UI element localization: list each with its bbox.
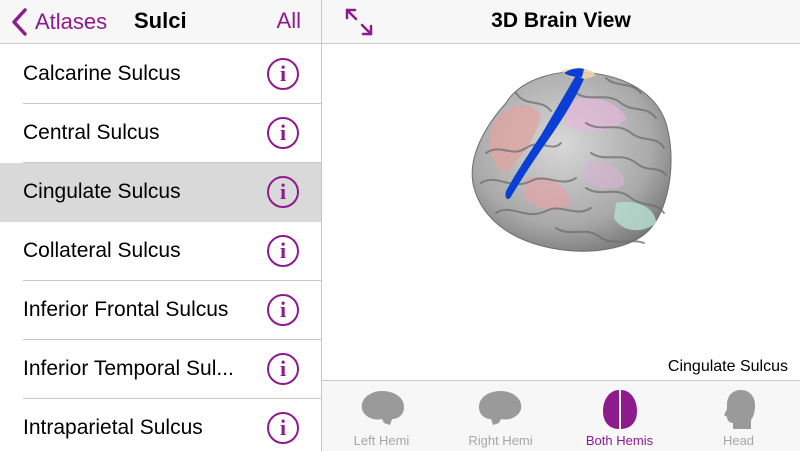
tab-right-hemi[interactable]: Right Hemi <box>441 381 560 451</box>
right-navigation-bar: 3D Brain View <box>322 0 800 44</box>
view-tab-bar: Left Hemi Right Hemi Both Hemis Head <box>322 380 800 451</box>
info-icon[interactable]: i <box>267 294 299 326</box>
sulci-list: Calcarine Sulcus i Central Sulcus i Cing… <box>0 45 321 451</box>
all-button[interactable]: All <box>277 8 301 34</box>
list-item[interactable]: Intraparietal Sulcus i <box>0 399 321 451</box>
list-item-label: Cingulate Sulcus <box>23 180 181 203</box>
list-item[interactable]: Inferior Temporal Sul... i <box>0 340 321 399</box>
panel-title: Sulci <box>134 8 187 33</box>
list-item-label: Intraparietal Sulcus <box>23 416 203 439</box>
info-icon[interactable]: i <box>267 58 299 90</box>
back-button-label: Atlases <box>35 9 108 34</box>
info-icon[interactable]: i <box>267 412 299 444</box>
tab-both-hemis[interactable]: Both Hemis <box>560 381 679 451</box>
right-hemisphere-icon <box>478 391 521 425</box>
list-item[interactable]: Collateral Sulcus i <box>0 222 321 281</box>
viewer-title: 3D Brain View <box>491 9 631 32</box>
info-icon[interactable]: i <box>267 176 299 208</box>
selected-structure-caption: Cingulate Sulcus <box>667 358 788 375</box>
tab-label: Left Hemi <box>353 433 410 448</box>
back-button[interactable]: Atlases <box>10 6 107 38</box>
tab-label: Right Hemi <box>468 433 533 448</box>
list-item-selected[interactable]: Cingulate Sulcus i <box>0 163 321 222</box>
info-icon[interactable]: i <box>267 353 299 385</box>
tab-left-hemi[interactable]: Left Hemi <box>322 381 441 451</box>
both-hemispheres-icon <box>602 390 637 429</box>
list-item[interactable]: Calcarine Sulcus i <box>0 45 321 104</box>
brain-3d-viewer[interactable]: Cingulate Sulcus <box>322 45 800 380</box>
list-item-label: Inferior Frontal Sulcus <box>23 298 229 321</box>
tab-label: Head <box>722 433 755 448</box>
left-hemisphere-icon <box>361 391 404 425</box>
list-item[interactable]: Central Sulcus i <box>0 104 321 163</box>
chevron-left-icon <box>12 8 27 36</box>
list-item-label: Collateral Sulcus <box>23 239 181 262</box>
tab-head[interactable]: Head <box>679 381 798 451</box>
list-item-label: Central Sulcus <box>23 121 160 144</box>
list-item-label: Calcarine Sulcus <box>23 62 181 85</box>
left-navigation-bar: Atlases Sulci All <box>0 0 321 44</box>
list-item-label: Inferior Temporal Sul... <box>23 357 234 380</box>
brain-model-image[interactable] <box>466 63 678 257</box>
info-icon[interactable]: i <box>267 117 299 149</box>
tab-label: Both Hemis <box>585 433 654 448</box>
info-icon[interactable]: i <box>267 235 299 267</box>
list-item[interactable]: Inferior Frontal Sulcus i <box>0 281 321 340</box>
head-icon <box>723 390 755 429</box>
sulci-panel: Atlases Sulci All Calcarine Sulcus i Cen… <box>0 0 321 451</box>
